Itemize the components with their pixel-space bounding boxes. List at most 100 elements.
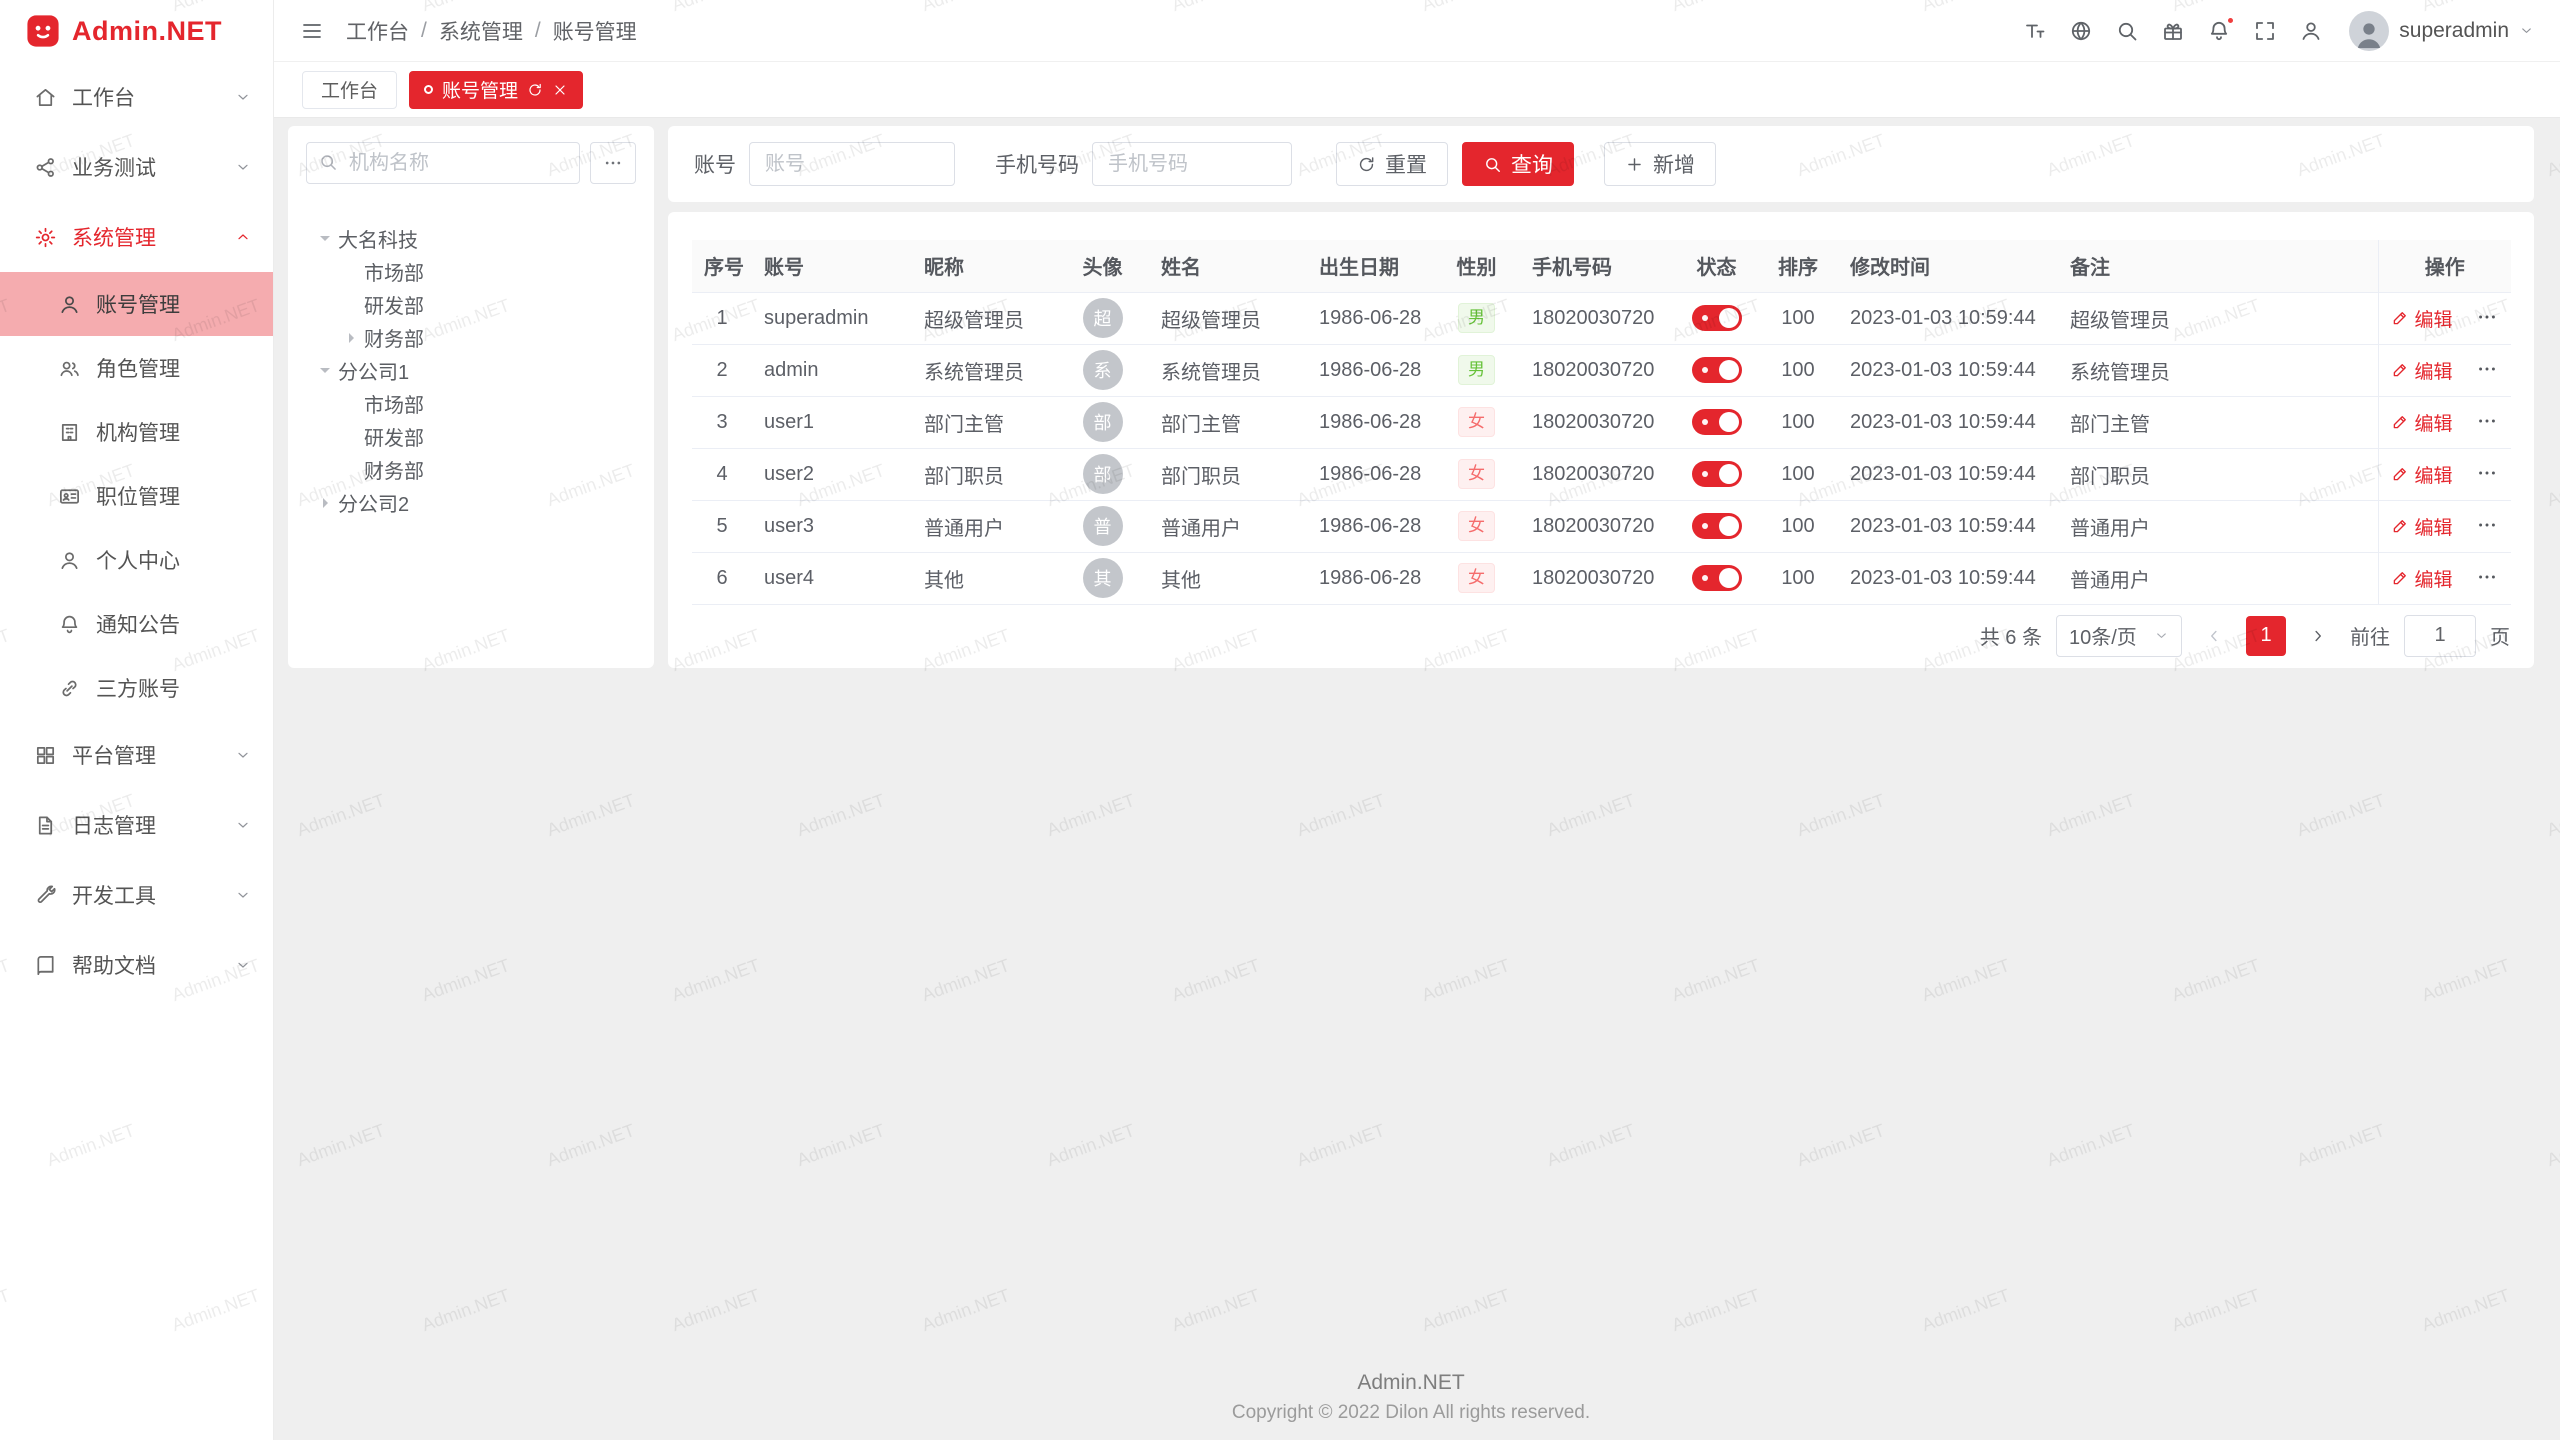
tree-node[interactable]: 财务部 bbox=[306, 321, 636, 354]
sidebar-item-system-management[interactable]: 系统管理 bbox=[0, 202, 273, 272]
more-dots-icon bbox=[2476, 514, 2498, 536]
tree-node[interactable]: 研发部 bbox=[306, 288, 636, 321]
query-button[interactable]: 查询 bbox=[1462, 142, 1574, 186]
search-icon bbox=[1483, 155, 1502, 174]
tree-caret-icon[interactable] bbox=[338, 259, 364, 285]
tree-caret-icon[interactable] bbox=[312, 490, 338, 516]
column-header-phone: 手机号码 bbox=[1520, 240, 1675, 292]
cell-name: 部门主管 bbox=[1149, 396, 1307, 448]
tab-account-management[interactable]: 账号管理 bbox=[409, 71, 583, 109]
language-button[interactable] bbox=[2069, 19, 2093, 43]
status-toggle[interactable] bbox=[1692, 305, 1742, 331]
tree-caret-icon[interactable] bbox=[338, 457, 364, 483]
font-size-icon bbox=[2023, 19, 2047, 43]
building-icon bbox=[58, 421, 81, 444]
page-number-button[interactable]: 1 bbox=[2246, 616, 2286, 656]
tab-close-icon[interactable] bbox=[552, 82, 568, 98]
breadcrumb-item-workbench[interactable]: 工作台 bbox=[346, 16, 409, 46]
tab-refresh-icon[interactable] bbox=[527, 82, 543, 98]
sidebar-item-platform-management[interactable]: 平台管理 bbox=[0, 720, 273, 790]
tree-caret-icon[interactable] bbox=[338, 424, 364, 450]
tree-node[interactable]: 大名科技 bbox=[306, 222, 636, 255]
sidebar-item-personal-center[interactable]: 个人中心 bbox=[0, 528, 273, 592]
sidebar-item-account-management[interactable]: 账号管理 bbox=[0, 272, 273, 336]
user-menu[interactable]: superadmin bbox=[2349, 11, 2534, 51]
collapse-menu-button[interactable] bbox=[300, 19, 324, 43]
status-toggle[interactable] bbox=[1692, 461, 1742, 487]
breadcrumb-item-system-management[interactable]: 系统管理 bbox=[439, 16, 523, 46]
sidebar-item-dev-tools[interactable]: 开发工具 bbox=[0, 860, 273, 930]
tree-node[interactable]: 财务部 bbox=[306, 453, 636, 486]
edit-button[interactable]: 编辑 bbox=[2391, 305, 2452, 332]
cell-modified-time: 2023-01-03 10:59:44 bbox=[1838, 552, 2058, 604]
tree-node[interactable]: 研发部 bbox=[306, 420, 636, 453]
phone-filter-input[interactable] bbox=[1092, 142, 1292, 186]
org-more-button[interactable] bbox=[590, 142, 636, 184]
gender-badge: 女 bbox=[1458, 511, 1495, 542]
tree-caret-icon[interactable] bbox=[338, 391, 364, 417]
tree-node[interactable]: 市场部 bbox=[306, 387, 636, 420]
row-more-button[interactable] bbox=[2476, 410, 2498, 435]
org-search-input[interactable] bbox=[306, 142, 580, 184]
book-icon bbox=[34, 954, 57, 977]
sidebar-item-org-management[interactable]: 机构管理 bbox=[0, 400, 273, 464]
tree-node-label: 分公司2 bbox=[338, 488, 409, 517]
tree-caret-icon[interactable] bbox=[338, 325, 364, 351]
users-icon bbox=[58, 357, 81, 380]
page-content: 大名科技 市场部 研发部 bbox=[274, 118, 2560, 1440]
edit-button[interactable]: 编辑 bbox=[2391, 357, 2452, 384]
edit-button[interactable]: 编辑 bbox=[2391, 461, 2452, 488]
tree-caret-icon[interactable] bbox=[338, 292, 364, 318]
edit-button[interactable]: 编辑 bbox=[2391, 409, 2452, 436]
tree-caret-icon[interactable] bbox=[312, 226, 338, 252]
theme-skin-button[interactable] bbox=[2161, 19, 2185, 43]
tree-node[interactable]: 市场部 bbox=[306, 255, 636, 288]
goto-page-input[interactable] bbox=[2404, 615, 2476, 657]
row-more-button[interactable] bbox=[2476, 514, 2498, 539]
tree-node[interactable]: 分公司2 bbox=[306, 486, 636, 519]
column-header-gender: 性别 bbox=[1433, 240, 1520, 292]
status-toggle[interactable] bbox=[1692, 513, 1742, 539]
page-footer: Admin.NET Copyright © 2022 Dilon All rig… bbox=[288, 1371, 2534, 1440]
edit-button[interactable]: 编辑 bbox=[2391, 513, 2452, 540]
cell-nickname: 部门主管 bbox=[912, 396, 1056, 448]
edit-button[interactable]: 编辑 bbox=[2391, 565, 2452, 592]
account-filter-input[interactable] bbox=[749, 142, 955, 186]
sidebar-item-help-docs[interactable]: 帮助文档 bbox=[0, 930, 273, 1000]
tab-workbench[interactable]: 工作台 bbox=[302, 71, 397, 109]
tree-caret-icon[interactable] bbox=[312, 358, 338, 384]
row-more-button[interactable] bbox=[2476, 306, 2498, 331]
topbar-actions: superadmin bbox=[2023, 11, 2534, 51]
pen-icon bbox=[2391, 465, 2409, 483]
sidebar-item-position-management[interactable]: 职位管理 bbox=[0, 464, 273, 528]
cell-index: 1 bbox=[692, 292, 752, 344]
status-toggle[interactable] bbox=[1692, 565, 1742, 591]
cell-phone: 18020030720 bbox=[1520, 448, 1675, 500]
fullscreen-button[interactable] bbox=[2253, 19, 2277, 43]
notification-button[interactable] bbox=[2207, 19, 2231, 43]
tree-node[interactable]: 分公司1 bbox=[306, 354, 636, 387]
sidebar-item-workbench[interactable]: 工作台 bbox=[0, 62, 273, 132]
sidebar-item-third-party-account[interactable]: 三方账号 bbox=[0, 656, 273, 720]
add-button[interactable]: 新增 bbox=[1604, 142, 1716, 186]
sidebar-item-notice[interactable]: 通知公告 bbox=[0, 592, 273, 656]
app-logo[interactable]: Admin.NET bbox=[0, 0, 273, 62]
next-page-button[interactable] bbox=[2300, 618, 2336, 654]
row-more-button[interactable] bbox=[2476, 358, 2498, 383]
sidebar-item-business-test[interactable]: 业务测试 bbox=[0, 132, 273, 202]
sidebar-item-log-management[interactable]: 日志管理 bbox=[0, 790, 273, 860]
status-toggle[interactable] bbox=[1692, 409, 1742, 435]
profile-button[interactable] bbox=[2299, 19, 2323, 43]
prev-page-button[interactable] bbox=[2196, 618, 2232, 654]
row-more-button[interactable] bbox=[2476, 462, 2498, 487]
status-toggle[interactable] bbox=[1692, 357, 1742, 383]
page-size-select[interactable]: 10条/页 bbox=[2056, 615, 2182, 657]
font-size-button[interactable] bbox=[2023, 19, 2047, 43]
sidebar-item-role-management[interactable]: 角色管理 bbox=[0, 336, 273, 400]
row-more-button[interactable] bbox=[2476, 566, 2498, 591]
menu-search-button[interactable] bbox=[2115, 19, 2139, 43]
column-header-nickname: 昵称 bbox=[912, 240, 1056, 292]
chevron-down-icon bbox=[235, 89, 251, 105]
reset-button[interactable]: 重置 bbox=[1336, 142, 1448, 186]
column-header-birthdate: 出生日期 bbox=[1307, 240, 1433, 292]
